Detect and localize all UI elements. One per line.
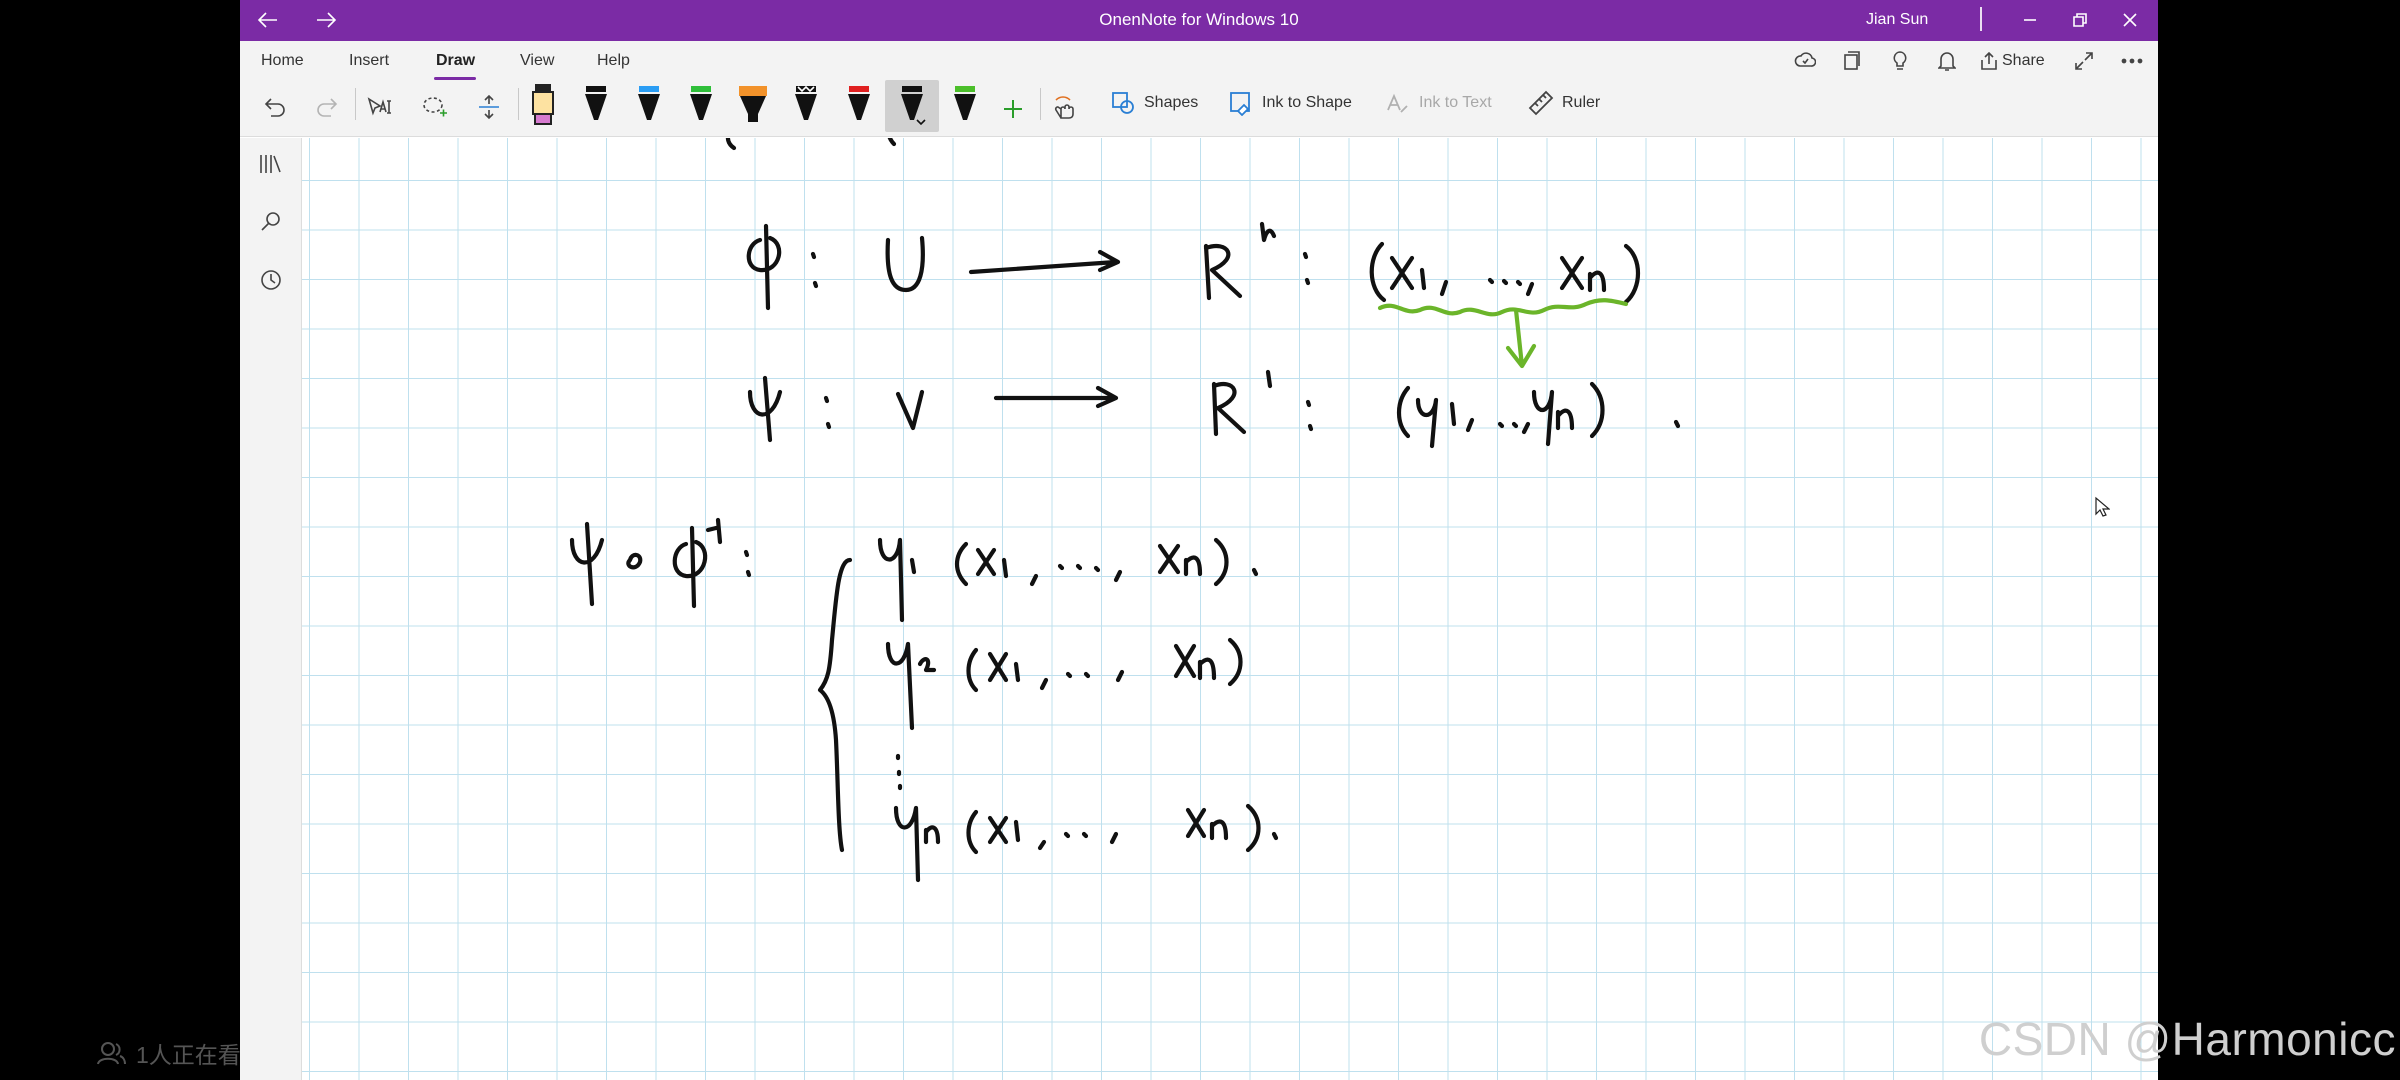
toolbar-divider — [355, 88, 356, 120]
tab-view[interactable]: View — [520, 52, 554, 70]
ink-to-text-label: Ink to Text — [1419, 94, 1492, 111]
restore-icon[interactable] — [2060, 4, 2100, 36]
toolbar-divider — [518, 88, 519, 120]
mouse-cursor-icon — [2095, 496, 2110, 517]
navigation-sidebar — [240, 138, 302, 1080]
pen-red[interactable] — [842, 82, 876, 128]
minimize-icon[interactable] — [2010, 4, 2050, 36]
pen-green-light[interactable] — [948, 82, 982, 128]
tab-home[interactable]: Home — [261, 52, 304, 70]
pen-blue[interactable] — [632, 82, 666, 128]
add-space-icon[interactable] — [472, 92, 506, 122]
notebooks-icon[interactable] — [253, 146, 289, 182]
ink-to-shape-label: Ink to Shape — [1262, 94, 1352, 111]
tab-insert[interactable]: Insert — [349, 52, 389, 70]
shapes-label: Shapes — [1144, 94, 1199, 111]
tab-draw[interactable]: Draw — [436, 52, 475, 70]
ink-to-shape-tool[interactable]: Ink to Shape — [1228, 82, 1352, 124]
ink-to-text-icon — [1387, 93, 1408, 113]
pen-green[interactable] — [684, 82, 718, 128]
lasso-select-icon[interactable] — [418, 92, 452, 122]
ink-to-shape-icon — [1230, 92, 1250, 116]
active-tab-indicator — [434, 77, 476, 80]
shapes-tool[interactable]: Shapes — [1110, 82, 1198, 124]
viewers-icon — [97, 1042, 126, 1065]
ink-to-text-tool[interactable]: Ink to Text — [1385, 82, 1492, 124]
toolbar-divider — [1040, 88, 1041, 120]
recent-notes-icon[interactable] — [253, 262, 289, 298]
pen-black-selected[interactable] — [895, 82, 929, 128]
tab-help[interactable]: Help — [597, 52, 630, 70]
titlebar-divider — [1980, 7, 1982, 31]
pen-black[interactable] — [579, 82, 613, 128]
share-button[interactable]: Share — [2002, 52, 2045, 70]
add-pen-icon[interactable] — [998, 94, 1028, 124]
more-options-icon[interactable] — [2118, 47, 2146, 75]
onenote-window: OnenNote for Windows 10 Jian Sun Home In… — [240, 0, 2158, 1080]
highlighter-orange[interactable] — [736, 82, 770, 128]
note-canvas[interactable] — [302, 138, 2158, 1080]
undo-icon[interactable] — [260, 92, 290, 122]
handwritten-ink — [569, 138, 1681, 883]
user-name[interactable]: Jian Sun — [1866, 11, 1928, 29]
shapes-icon — [1112, 92, 1134, 114]
pen-galaxy[interactable] — [789, 82, 823, 128]
type-select-icon[interactable] — [364, 92, 398, 122]
ruler-icon — [1528, 90, 1554, 116]
viewer-count-overlay: 1人正在看 — [96, 1036, 241, 1070]
share-icon[interactable] — [1975, 47, 2003, 75]
highlighter-pink-pen[interactable] — [526, 82, 560, 128]
redo-icon[interactable] — [312, 92, 342, 122]
sync-icon[interactable] — [1790, 47, 1820, 75]
ruler-tool[interactable]: Ruler — [1528, 82, 1600, 124]
close-icon[interactable] — [2110, 4, 2150, 36]
notebook-pages-icon[interactable] — [1837, 47, 1867, 75]
touch-drawing-icon[interactable] — [1048, 92, 1082, 122]
title-bar: OnenNote for Windows 10 Jian Sun — [240, 0, 2158, 41]
watermark: CSDN @Harmonicc — [1978, 1013, 2396, 1065]
ruler-label: Ruler — [1562, 94, 1601, 111]
fullscreen-icon[interactable] — [2070, 47, 2098, 75]
search-icon[interactable] — [253, 204, 289, 240]
lightbulb-icon[interactable] — [1885, 47, 1915, 75]
bell-icon[interactable] — [1932, 47, 1962, 75]
viewer-count-text: 1人正在看 — [136, 1042, 241, 1068]
